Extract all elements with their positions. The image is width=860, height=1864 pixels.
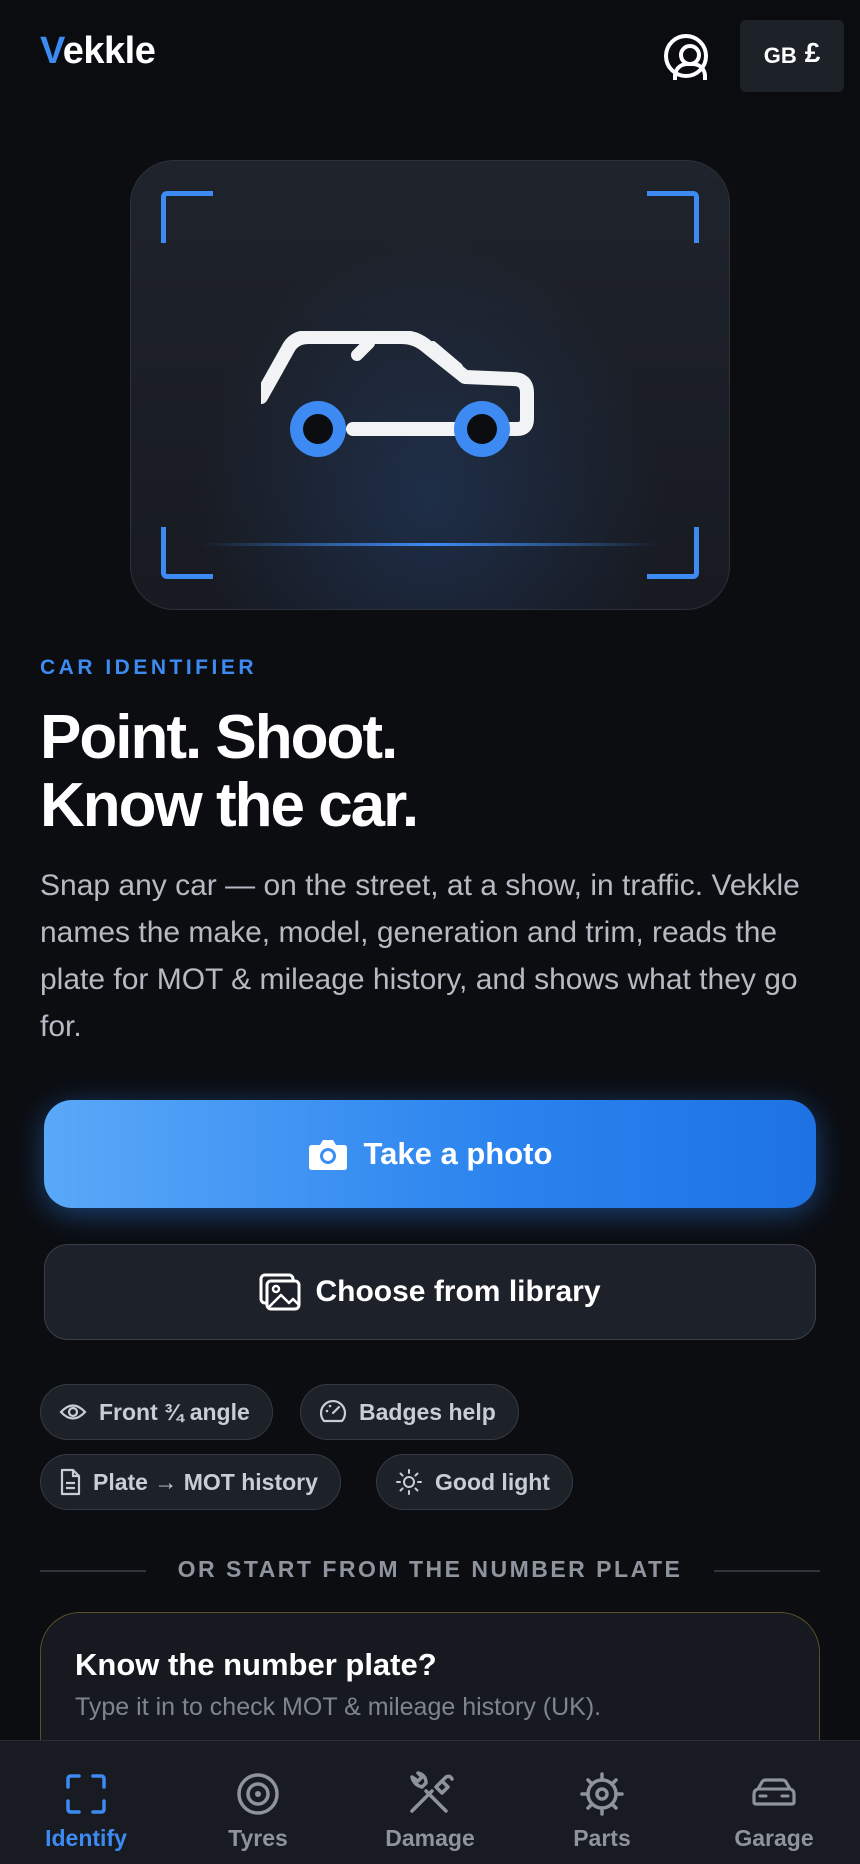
tip-chip-plate-mot: Plate → MOT history	[40, 1454, 341, 1510]
tip-label: Good light	[435, 1468, 550, 1495]
choose-from-library-button[interactable]: Choose from library	[44, 1244, 816, 1340]
nav-label: Damage	[385, 1825, 475, 1851]
document-icon	[60, 1468, 81, 1496]
tip-chip-good-light: Good light	[376, 1454, 573, 1510]
camera-viewfinder-card[interactable]	[130, 160, 730, 610]
nav-label: Tyres	[228, 1825, 288, 1851]
app-header: Vekkle GB £	[0, 0, 860, 112]
take-photo-label: Take a photo	[363, 1136, 553, 1171]
bottom-navigation: Identify Tyres Damage Parts Garage	[0, 1740, 860, 1864]
tyre-icon	[237, 1773, 279, 1815]
nav-item-parts[interactable]: Parts	[516, 1741, 688, 1864]
nav-item-tyres[interactable]: Tyres	[172, 1741, 344, 1864]
plate-card-title: Know the number plate?	[75, 1647, 437, 1682]
divider-text: OR START FROM THE NUMBER PLATE	[177, 1556, 683, 1582]
gear-icon	[580, 1772, 624, 1816]
nav-label: Identify	[45, 1825, 127, 1851]
section-divider: OR START FROM THE NUMBER PLATE	[40, 1556, 820, 1586]
logo-text: ekkle	[62, 30, 156, 72]
choose-from-library-label: Choose from library	[315, 1275, 601, 1308]
plate-card-subtitle: Type it in to check MOT & mileage histor…	[75, 1693, 602, 1721]
tip-label: Badges help	[359, 1398, 496, 1425]
tip-label: Plate → MOT history	[93, 1468, 318, 1495]
sun-icon	[396, 1469, 422, 1495]
scan-line	[201, 543, 661, 546]
nav-label: Parts	[573, 1825, 631, 1851]
section-eyebrow: CAR IDENTIFIER	[40, 656, 257, 679]
account-circle-icon[interactable]	[664, 34, 708, 80]
nav-label: Garage	[734, 1825, 814, 1851]
page-title: Point. Shoot. Know the car.	[40, 703, 419, 840]
tip-chip-badges: Badges help	[300, 1384, 519, 1440]
camera-icon	[308, 1140, 347, 1170]
currency-symbol: £	[804, 37, 821, 68]
region-currency-button[interactable]: GB £	[740, 20, 844, 92]
car-side-icon	[261, 331, 534, 457]
viewfinder-corner-top-right	[647, 191, 699, 243]
take-photo-button[interactable]: Take a photo	[44, 1100, 816, 1208]
region-code: GB	[763, 43, 797, 68]
viewfinder-corner-bottom-right	[647, 527, 699, 579]
car-front-icon	[752, 1778, 796, 1806]
nav-item-garage[interactable]: Garage	[688, 1741, 860, 1864]
app-logo[interactable]: Vekkle	[40, 30, 156, 73]
hero-description: Snap any car — on the street, at a show,…	[40, 869, 800, 1043]
headline-line-2: Know the car.	[40, 771, 419, 840]
headline-line-1: Point. Shoot.	[40, 703, 398, 772]
scan-frame-icon	[66, 1774, 106, 1814]
tools-icon	[410, 1771, 454, 1813]
eye-icon	[59, 1404, 87, 1420]
logo-initial: V	[40, 30, 63, 72]
tip-label: Front ¾ angle	[99, 1398, 250, 1425]
image-gallery-icon	[259, 1273, 301, 1311]
divider-line-right	[714, 1570, 820, 1572]
viewfinder-corner-bottom-left	[161, 527, 213, 579]
gauge-icon	[319, 1399, 347, 1423]
viewfinder-corner-top-left	[161, 191, 213, 243]
nav-item-identify[interactable]: Identify	[0, 1741, 172, 1864]
tip-chip-front-angle: Front ¾ angle	[40, 1384, 273, 1440]
nav-item-damage[interactable]: Damage	[344, 1741, 516, 1864]
